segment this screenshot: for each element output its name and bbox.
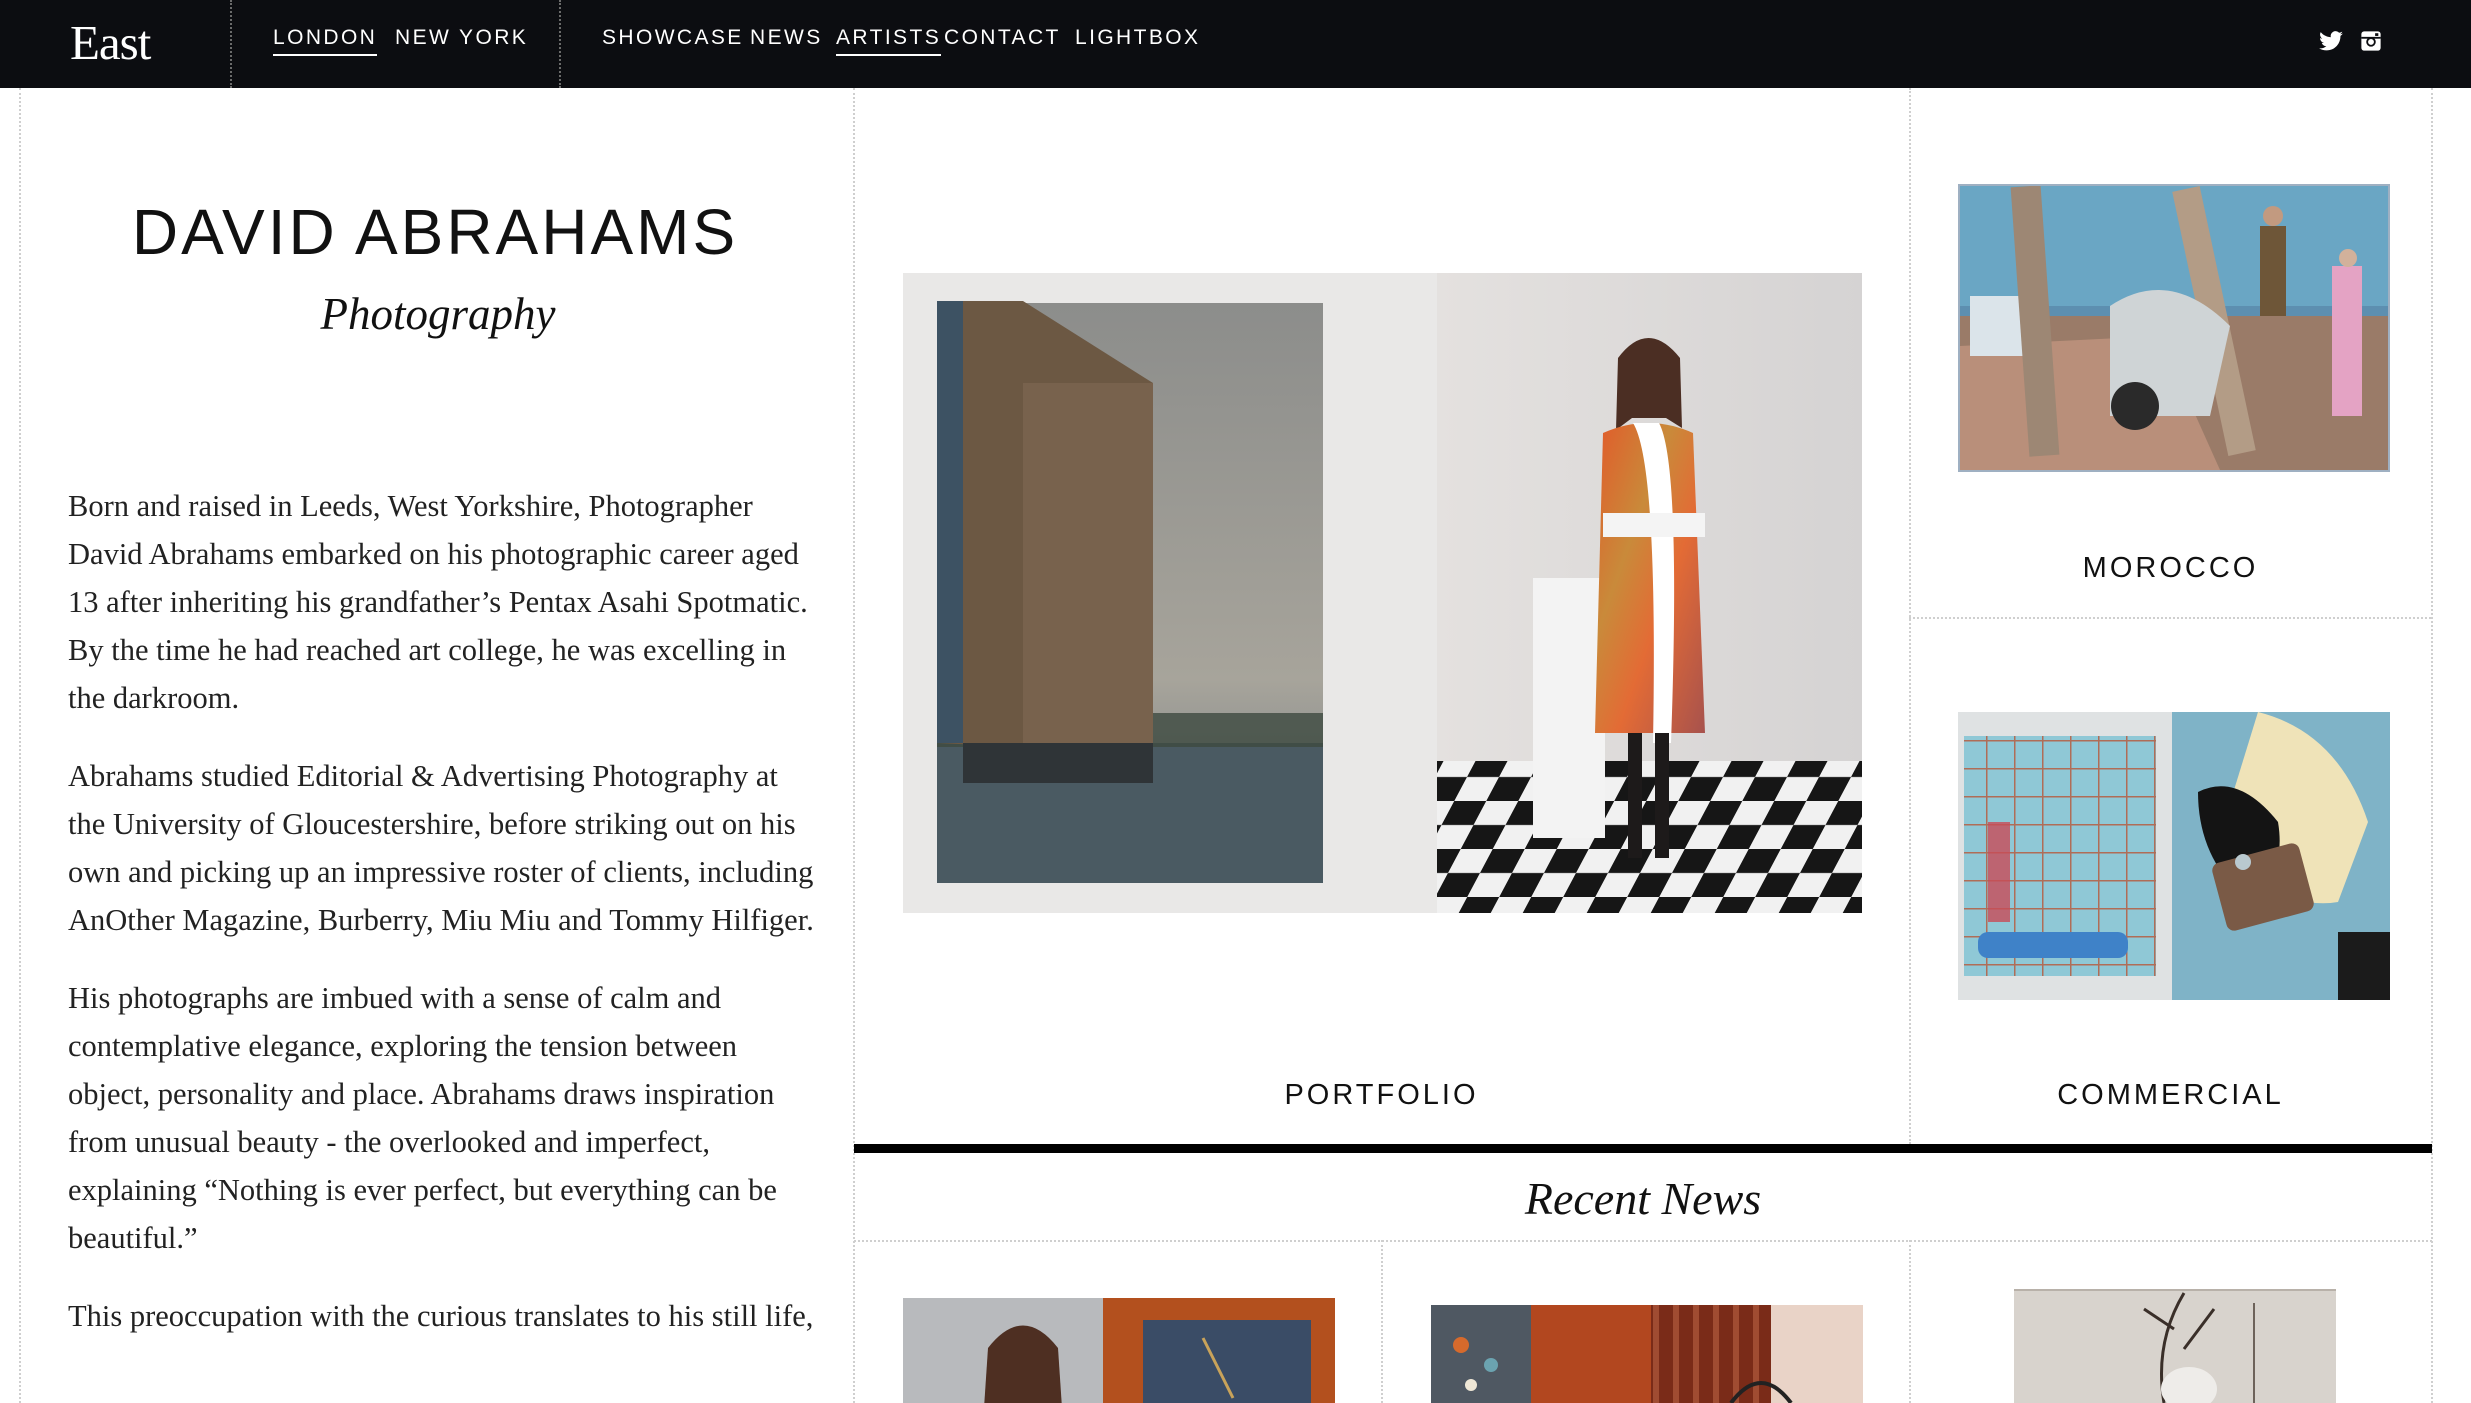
- grid-line: [19, 88, 21, 1403]
- gallery-label-portfolio[interactable]: PORTFOLIO: [854, 1079, 1909, 1112]
- artist-biography: Born and raised in Leeds, West Yorkshire…: [68, 482, 818, 1370]
- news-thumbnail-photo: [903, 1298, 1335, 1403]
- gallery-label-commercial[interactable]: COMMERCIAL: [1910, 1079, 2431, 1112]
- morocco-street-photo: [1960, 186, 2388, 470]
- section-divider: [854, 1144, 2432, 1153]
- site-logo[interactable]: East: [70, 14, 151, 71]
- bio-paragraph: Abrahams studied Editorial & Advertising…: [68, 759, 814, 937]
- bio-paragraph: Born and raised in Leeds, West Yorkshire…: [68, 489, 808, 715]
- nav-link-contact[interactable]: CONTACT: [944, 26, 1061, 54]
- instagram-icon[interactable]: [2360, 30, 2382, 52]
- grid-line: [1381, 1240, 1383, 1403]
- grid-line: [1909, 1240, 1911, 1403]
- nav-city-london[interactable]: LONDON: [273, 26, 378, 56]
- top-navigation-bar: East LONDON NEW YORK SHOWCASE NEWS ARTIS…: [0, 0, 2471, 88]
- grid-line: [854, 1240, 2432, 1242]
- twitter-icon[interactable]: [2318, 28, 2344, 54]
- news-item-image[interactable]: [903, 1298, 1335, 1403]
- portfolio-diptych-photo: [903, 273, 1862, 913]
- nav-divider: [230, 0, 232, 88]
- news-item-image[interactable]: [2014, 1289, 2336, 1403]
- nav-city-new-york[interactable]: NEW YORK: [395, 26, 528, 54]
- bio-paragraph: This preoccupation with the curious tran…: [68, 1299, 814, 1333]
- news-thumbnail-photo: [2014, 1289, 2336, 1403]
- news-item-image[interactable]: [1431, 1305, 1863, 1403]
- bio-paragraph: His photographs are imbued with a sense …: [68, 981, 777, 1255]
- nav-divider: [559, 0, 561, 88]
- nav-link-lightbox[interactable]: LIGHTBOX: [1075, 26, 1200, 54]
- grid-line: [1909, 617, 2431, 619]
- gallery-label-morocco[interactable]: MOROCCO: [1910, 552, 2431, 585]
- commercial-cover-image[interactable]: [1958, 712, 2390, 1000]
- portfolio-cover-image[interactable]: [903, 273, 1862, 913]
- morocco-cover-image[interactable]: [1958, 184, 2390, 472]
- nav-link-artists[interactable]: ARTISTS: [836, 26, 942, 56]
- recent-news-heading: Recent News: [1524, 1173, 1762, 1224]
- commercial-diptych-photo: [1958, 712, 2390, 1000]
- news-thumbnail-photo: [1431, 1305, 1863, 1403]
- artist-name: DAVID ABRAHAMS: [131, 196, 739, 268]
- grid-line: [1909, 88, 1911, 1144]
- nav-link-showcase[interactable]: SHOWCASE: [602, 26, 744, 54]
- nav-link-news[interactable]: NEWS: [750, 26, 823, 54]
- artist-discipline: Photography: [320, 289, 556, 339]
